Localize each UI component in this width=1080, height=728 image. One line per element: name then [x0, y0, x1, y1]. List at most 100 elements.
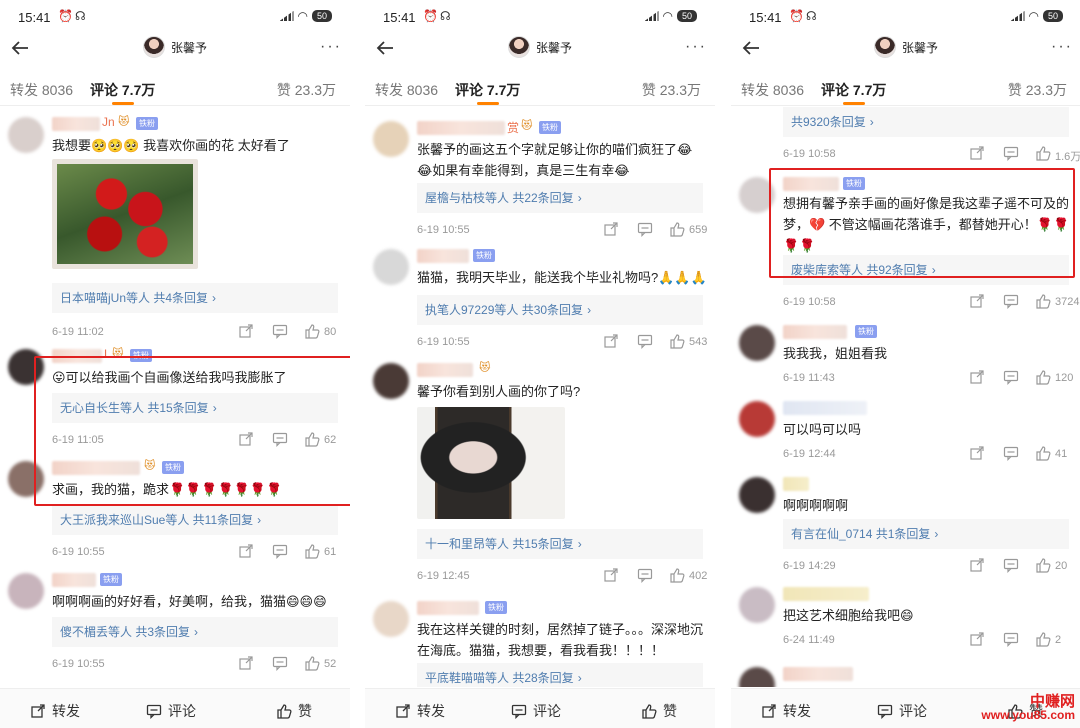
avatar[interactable]	[373, 249, 409, 285]
reply-icon[interactable]	[1003, 293, 1019, 309]
like-icon[interactable]	[304, 431, 320, 447]
username-blurred[interactable]	[783, 477, 809, 491]
reply-summary[interactable]: 有言在仙_0714 共1条回复 ›	[783, 519, 1069, 549]
bottom-repost-button[interactable]: 转发	[30, 701, 80, 721]
username-blurred[interactable]	[417, 363, 473, 377]
reply-summary[interactable]: 大王派我来巡山Sue等人 共11条回复 ›	[52, 505, 338, 535]
reply-icon[interactable]	[1003, 445, 1019, 461]
repost-icon[interactable]	[238, 543, 254, 559]
comment-list[interactable]: Jn 😻 铁粉 我想要🥺🥺🥺 我喜欢你画的花 太好看了 日本喵喵jUn等人 共4…	[0, 107, 350, 687]
like-icon[interactable]	[669, 567, 685, 583]
repost-icon[interactable]	[969, 445, 985, 461]
repost-icon[interactable]	[238, 655, 254, 671]
avatar[interactable]	[373, 121, 409, 157]
reply-icon[interactable]	[1003, 557, 1019, 573]
reply-icon[interactable]	[1003, 369, 1019, 385]
like-icon[interactable]	[669, 333, 685, 349]
like-icon[interactable]	[1035, 445, 1051, 461]
tab-comment[interactable]: 评论 7.7万	[455, 80, 520, 100]
avatar[interactable]	[8, 349, 44, 385]
repost-icon[interactable]	[969, 369, 985, 385]
repost-icon[interactable]	[969, 631, 985, 647]
avatar[interactable]	[739, 667, 775, 687]
avatar[interactable]	[8, 461, 44, 497]
repost-icon[interactable]	[603, 567, 619, 583]
username-blurred[interactable]	[52, 117, 100, 131]
username-tail[interactable]: L	[104, 347, 111, 361]
tab-repost[interactable]: 转发 8036	[375, 80, 438, 100]
more-options-icon[interactable]: ···	[685, 38, 707, 56]
bottom-comment-button[interactable]: 评论	[146, 701, 196, 721]
avatar[interactable]	[373, 363, 409, 399]
reply-summary[interactable]: 平底鞋喵喵等人 共28条回复 ›	[417, 663, 703, 687]
profile-header[interactable]: 张馨予	[873, 36, 938, 58]
repost-icon[interactable]	[969, 293, 985, 309]
username-tail[interactable]: Jn	[102, 115, 115, 129]
repost-icon[interactable]	[969, 557, 985, 573]
username-blurred[interactable]	[52, 573, 96, 587]
avatar[interactable]	[739, 587, 775, 623]
repost-icon[interactable]	[238, 431, 254, 447]
avatar[interactable]	[739, 177, 775, 213]
tab-like[interactable]: 赞 23.3万	[642, 80, 701, 100]
username-tail[interactable]: 赏	[507, 119, 519, 136]
repost-icon[interactable]	[603, 333, 619, 349]
reply-icon[interactable]	[637, 567, 653, 583]
repost-icon[interactable]	[603, 221, 619, 237]
back-arrow-icon[interactable]	[373, 36, 397, 60]
username-blurred[interactable]	[783, 667, 853, 681]
reply-icon[interactable]	[272, 655, 288, 671]
reply-summary[interactable]: 傻不楣丢等人 共3条回复 ›	[52, 617, 338, 647]
like-icon[interactable]	[669, 221, 685, 237]
bottom-repost-button[interactable]: 转发	[761, 701, 811, 721]
comment-list[interactable]: 赏 😻 铁粉 张馨予的画这五个字就足够让你的喵们疯狂了😂😂如果有幸能得到，真是三…	[365, 107, 715, 687]
like-icon[interactable]	[1035, 293, 1051, 309]
reply-icon[interactable]	[272, 543, 288, 559]
username-blurred[interactable]	[783, 587, 869, 601]
username-blurred[interactable]	[783, 177, 839, 191]
like-icon[interactable]	[1035, 369, 1051, 385]
username-blurred[interactable]	[52, 349, 102, 363]
avatar[interactable]	[739, 401, 775, 437]
comment-list[interactable]: 共9320条回复 › 6-19 10:58 1.6万 铁粉 想拥有馨予亲手画的画好…	[731, 107, 1080, 687]
repost-icon[interactable]	[238, 323, 254, 339]
repost-icon[interactable]	[969, 145, 985, 161]
back-arrow-icon[interactable]	[8, 36, 32, 60]
more-options-icon[interactable]: ···	[1051, 38, 1073, 56]
profile-header[interactable]: 张馨予	[142, 36, 207, 58]
bottom-like-button[interactable]: 赞	[276, 701, 312, 721]
reply-icon[interactable]	[637, 333, 653, 349]
username-blurred[interactable]	[417, 601, 479, 615]
avatar[interactable]	[739, 325, 775, 361]
like-icon[interactable]	[1035, 631, 1051, 647]
avatar[interactable]	[373, 601, 409, 637]
bottom-like-button[interactable]: 赞	[641, 701, 677, 721]
avatar[interactable]	[8, 117, 44, 153]
reply-icon[interactable]	[1003, 145, 1019, 161]
username-blurred[interactable]	[783, 325, 847, 339]
bottom-repost-button[interactable]: 转发	[395, 701, 445, 721]
reply-summary[interactable]: 共9320条回复 ›	[783, 107, 1069, 137]
reply-icon[interactable]	[637, 221, 653, 237]
tab-like[interactable]: 赞 23.3万	[277, 80, 336, 100]
tab-comment[interactable]: 评论 7.7万	[90, 80, 155, 100]
reply-summary[interactable]: 屋檐与枯枝等人 共22条回复 ›	[417, 183, 703, 213]
bottom-comment-button[interactable]: 评论	[877, 701, 927, 721]
reply-icon[interactable]	[1003, 631, 1019, 647]
like-icon[interactable]	[304, 655, 320, 671]
username-blurred[interactable]	[417, 249, 469, 263]
comment-image-flower-painting[interactable]	[52, 159, 198, 269]
like-icon[interactable]	[1035, 557, 1051, 573]
avatar[interactable]	[739, 477, 775, 513]
avatar[interactable]	[8, 573, 44, 609]
comment-image-portrait-painting[interactable]	[417, 407, 565, 519]
username-blurred[interactable]	[783, 401, 867, 415]
more-options-icon[interactable]: ···	[320, 38, 342, 56]
reply-summary[interactable]: 无心自长生等人 共15条回复 ›	[52, 393, 338, 423]
tab-repost[interactable]: 转发 8036	[10, 80, 73, 100]
tab-like[interactable]: 赞 23.3万	[1008, 80, 1067, 100]
profile-header[interactable]: 张馨予	[507, 36, 572, 58]
reply-icon[interactable]	[272, 431, 288, 447]
like-icon[interactable]	[304, 323, 320, 339]
bottom-comment-button[interactable]: 评论	[511, 701, 561, 721]
